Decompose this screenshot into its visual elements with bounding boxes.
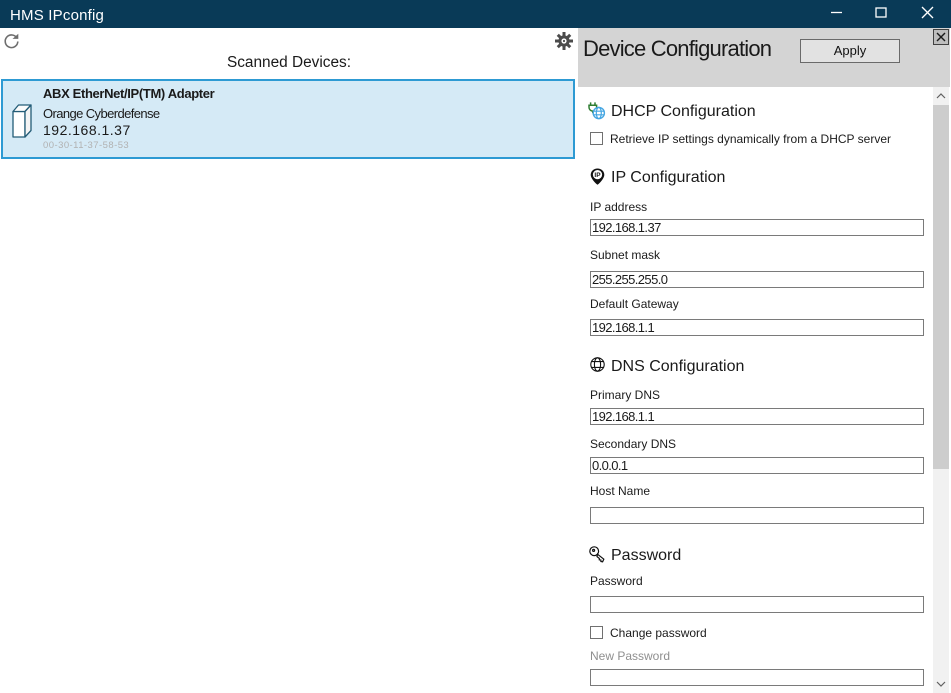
svg-text:IP: IP <box>594 172 601 179</box>
